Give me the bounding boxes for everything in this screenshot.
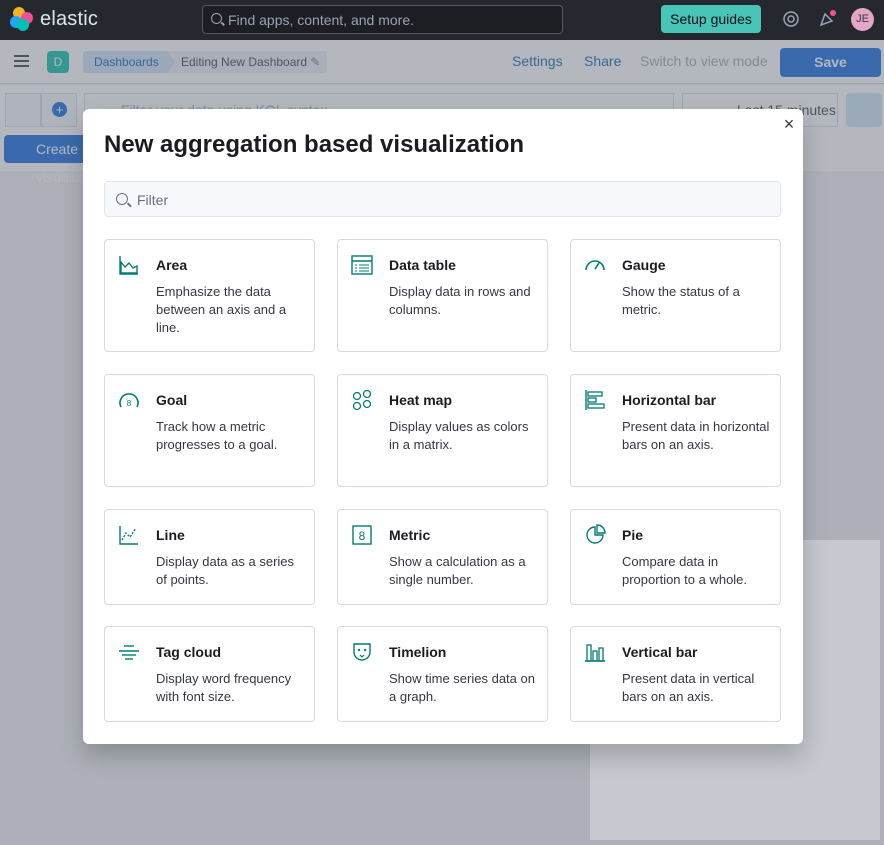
close-icon[interactable]: × — [781, 115, 797, 133]
card-line[interactable]: Line Display data as a series of points. — [104, 509, 315, 605]
line-chart-icon — [119, 526, 138, 545]
card-tag-cloud[interactable]: Tag cloud Display word frequency with fo… — [104, 626, 315, 722]
card-description: Display data as a series of points. — [156, 554, 295, 587]
help-icon[interactable] — [782, 10, 800, 28]
area-chart-icon — [119, 256, 138, 275]
table-icon — [351, 255, 373, 275]
tag-cloud-icon — [119, 645, 139, 660]
svg-text:8: 8 — [359, 529, 366, 543]
card-title: Tag cloud — [156, 644, 222, 660]
brand-name: elastic — [40, 7, 99, 30]
card-title: Horizontal bar — [622, 392, 717, 408]
card-description: Display values as colors in a matrix. — [389, 419, 529, 452]
card-horizontal-bar[interactable]: Horizontal bar Present data in horizonta… — [570, 374, 781, 487]
elastic-logo[interactable]: elastic — [10, 7, 98, 31]
global-search-input[interactable]: Find apps, content, and more. — [202, 5, 563, 34]
horizontal-bar-icon — [585, 390, 605, 410]
gauge-icon — [585, 260, 605, 271]
card-title: Pie — [622, 527, 644, 543]
news-feed-icon[interactable] — [818, 10, 836, 28]
search-icon — [211, 13, 222, 24]
filter-input[interactable]: Filter — [104, 181, 781, 217]
card-pie[interactable]: Pie Compare data in proportion to a whol… — [570, 509, 781, 605]
card-description: Present data in horizontal bars on an ax… — [622, 419, 770, 452]
card-title: Area — [156, 257, 188, 273]
card-title: Gauge — [622, 257, 666, 273]
card-title: Vertical bar — [622, 644, 698, 660]
search-icon — [116, 193, 128, 205]
card-gauge[interactable]: Gauge Show the status of a metric. — [570, 239, 781, 352]
card-title: Timelion — [389, 644, 447, 660]
setup-guides-button[interactable]: Setup guides — [661, 5, 761, 33]
timelion-icon — [353, 643, 371, 661]
card-description: Compare data in proportion to a whole. — [622, 554, 748, 587]
card-title: Data table — [389, 257, 456, 273]
card-description: Present data in vertical bars on an axis… — [622, 671, 755, 704]
heatmap-icon — [352, 389, 372, 411]
goal-icon: 8 — [119, 393, 139, 408]
card-area[interactable]: Area Emphasize the data between an axis … — [104, 239, 315, 352]
card-timelion[interactable]: Timelion Show time series data on a grap… — [337, 626, 548, 722]
filter-placeholder: Filter — [137, 192, 169, 208]
global-search-placeholder: Find apps, content, and more. — [228, 12, 414, 28]
card-title: Line — [156, 527, 185, 543]
card-metric[interactable]: 8 Metric Show a calculation as a single … — [337, 509, 548, 605]
modal-title: New aggregation based visualization — [104, 131, 525, 158]
elastic-logo-icon — [10, 7, 34, 31]
global-header: elastic Find apps, content, and more. Se… — [0, 0, 884, 40]
metric-icon: 8 — [352, 525, 372, 545]
card-heat-map[interactable]: Heat map Display values as colors in a m… — [337, 374, 548, 487]
vertical-bar-icon — [585, 644, 605, 662]
card-description: Track how a metric progresses to a goal. — [156, 419, 278, 452]
new-visualization-modal: × New aggregation based visualization Fi… — [83, 109, 803, 744]
card-description: Display data in rows and columns. — [389, 284, 531, 317]
card-description: Show the status of a metric. — [622, 284, 740, 317]
card-description: Show a calculation as a single number. — [389, 554, 526, 587]
card-title: Heat map — [389, 392, 453, 408]
card-data-table[interactable]: Data table Display data in rows and colu… — [337, 239, 548, 352]
card-description: Emphasize the data between an axis and a… — [156, 284, 287, 335]
card-description: Display word frequency with font size. — [156, 671, 292, 704]
card-title: Metric — [389, 527, 431, 543]
card-vertical-bar[interactable]: Vertical bar Present data in vertical ba… — [570, 626, 781, 722]
card-description: Show time series data on a graph. — [389, 671, 535, 704]
svg-text:8: 8 — [127, 399, 132, 408]
pie-chart-icon — [586, 524, 606, 544]
card-title: Goal — [156, 392, 188, 408]
card-goal[interactable]: 8 Goal Track how a metric progresses to … — [104, 374, 315, 487]
user-avatar[interactable]: JE — [851, 8, 874, 31]
